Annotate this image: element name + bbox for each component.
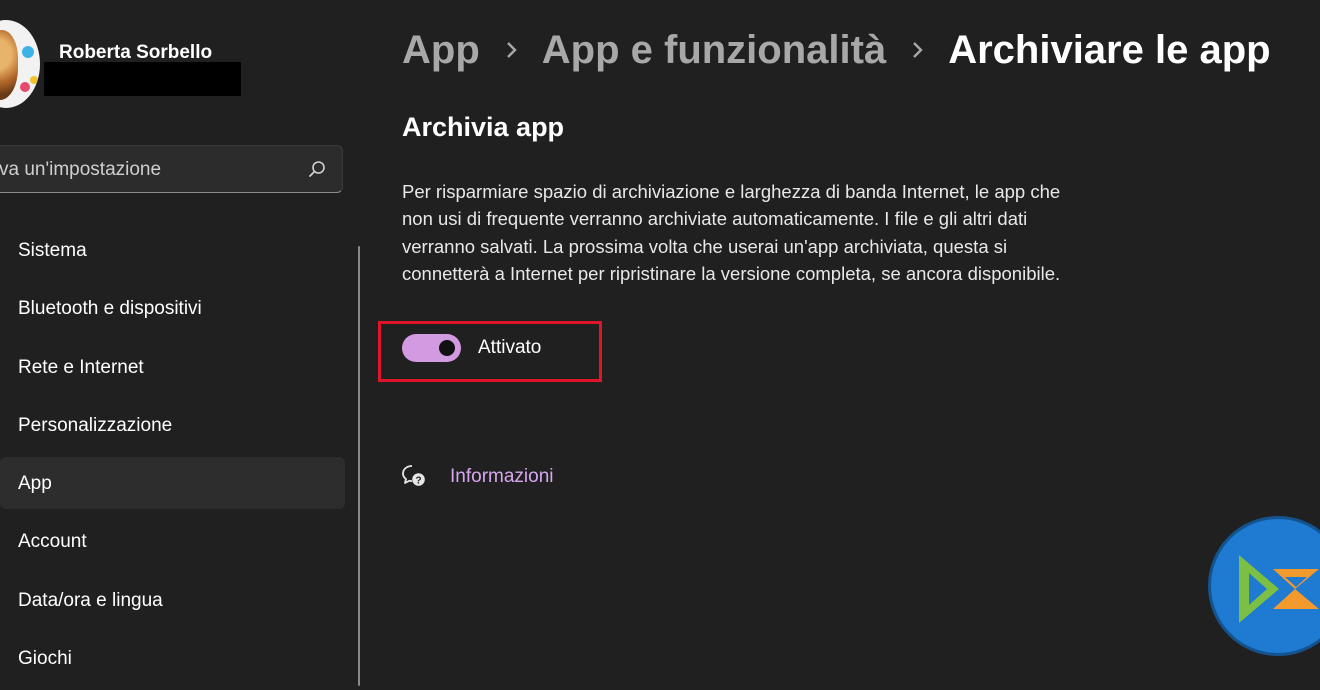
toggle-state-label: Attivato bbox=[478, 337, 542, 358]
help-chat-icon: ? bbox=[402, 465, 425, 486]
sidebar-item-label: Data/ora e lingua bbox=[18, 589, 163, 611]
toggle-knob bbox=[439, 340, 455, 356]
sidebar-item-label: Bluetooth e dispositivi bbox=[18, 298, 202, 320]
sidebar-item-bluetooth[interactable]: Bluetooth e dispositivi bbox=[0, 282, 345, 334]
redacted-email bbox=[44, 62, 241, 96]
brand-logo bbox=[1208, 516, 1320, 656]
sidebar-item-label: Giochi bbox=[18, 648, 72, 670]
chevron-right-icon bbox=[480, 41, 542, 59]
search-icon bbox=[309, 161, 325, 177]
chevron-right-icon bbox=[886, 41, 948, 59]
search-text: va un'impostazione bbox=[0, 159, 162, 180]
svg-text:?: ? bbox=[415, 475, 421, 486]
breadcrumb-app[interactable]: App bbox=[402, 28, 480, 73]
sidebar-item-label: Sistema bbox=[18, 240, 87, 261]
info-link[interactable]: Informazioni bbox=[450, 466, 554, 488]
sidebar-item-label: App bbox=[18, 473, 52, 495]
breadcrumb: App App e funzionalità Archiviare le app bbox=[402, 22, 1271, 78]
page-title: Archiviare le app bbox=[948, 27, 1271, 72]
search-input[interactable]: va un'impostazione bbox=[0, 145, 343, 193]
sidebar-item-label: Account bbox=[18, 531, 87, 553]
archive-apps-toggle[interactable] bbox=[402, 334, 461, 362]
sidebar-item-sistema[interactable]: Sistema bbox=[0, 224, 345, 276]
section-title: Archivia app bbox=[402, 112, 565, 142]
sidebar-item-giochi[interactable]: Giochi bbox=[0, 632, 345, 684]
section-description: Per risparmiare spazio di archiviazione … bbox=[402, 181, 1061, 284]
sidebar-item-personalizzazione[interactable]: Personalizzazione bbox=[0, 399, 345, 451]
sidebar-nav: Sistema Bluetooth e dispositivi Rete e I… bbox=[0, 224, 345, 690]
sidebar-item-label: Personalizzazione bbox=[18, 414, 173, 436]
user-name: Roberta Sorbello bbox=[59, 42, 213, 63]
avatar[interactable] bbox=[0, 20, 40, 108]
sidebar-scrollbar[interactable] bbox=[358, 246, 360, 686]
sidebar-item-data-ora[interactable]: Data/ora e lingua bbox=[0, 574, 345, 626]
breadcrumb-app-funzionalita[interactable]: App e funzionalità bbox=[542, 28, 886, 73]
sidebar-item-label: Rete e Internet bbox=[18, 356, 144, 378]
sidebar-item-rete[interactable]: Rete e Internet bbox=[0, 341, 345, 393]
sidebar-item-account[interactable]: Account bbox=[0, 515, 345, 567]
sidebar-item-app[interactable]: App bbox=[0, 457, 345, 510]
